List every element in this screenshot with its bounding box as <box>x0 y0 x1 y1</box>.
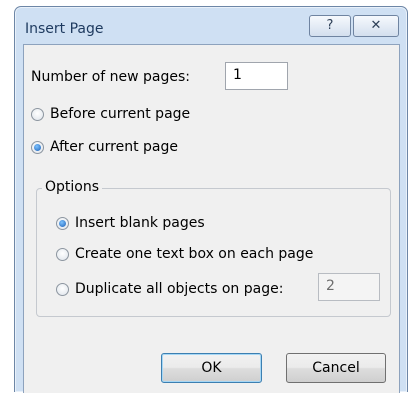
options-group-label: Options <box>42 179 103 195</box>
insert-blank-radio-button[interactable] <box>56 216 69 230</box>
help-icon: ? <box>326 18 334 33</box>
insert-blank-radio[interactable]: Insert blank pages <box>56 215 205 231</box>
text-box-radio-button[interactable] <box>56 247 69 261</box>
after-current-radio[interactable]: After current page <box>31 139 178 155</box>
before-current-radio[interactable]: Before current page <box>31 106 190 122</box>
insert-page-dialog: Insert Page ? ✕ Number of new pages: 1 B… <box>14 6 408 393</box>
before-radio-label: Before current page <box>50 106 191 122</box>
cancel-button[interactable]: Cancel <box>286 353 386 383</box>
before-radio-button[interactable] <box>31 107 44 121</box>
insert-blank-label: Insert blank pages <box>75 215 205 231</box>
close-icon: ✕ <box>370 18 382 33</box>
text-box-label: Create one text box on each page <box>75 246 314 262</box>
help-button[interactable]: ? <box>309 15 351 37</box>
after-radio-button[interactable] <box>31 140 44 154</box>
dialog-body: Number of new pages: 1 Before current pa… <box>23 44 400 393</box>
duplicate-radio[interactable]: Duplicate all objects on page: <box>56 281 283 297</box>
duplicate-page-input: 2 <box>318 273 380 301</box>
title-bar[interactable]: Insert Page ? ✕ <box>15 7 407 43</box>
after-radio-label: After current page <box>50 139 178 155</box>
dialog-title: Insert Page <box>25 21 104 37</box>
text-box-radio[interactable]: Create one text box on each page <box>56 246 313 262</box>
ok-button[interactable]: OK <box>161 353 262 383</box>
close-button[interactable]: ✕ <box>353 15 399 37</box>
pages-label: Number of new pages: <box>31 69 190 85</box>
duplicate-radio-button[interactable] <box>56 282 69 296</box>
duplicate-label: Duplicate all objects on page: <box>75 281 284 297</box>
pages-input[interactable]: 1 <box>225 62 288 90</box>
